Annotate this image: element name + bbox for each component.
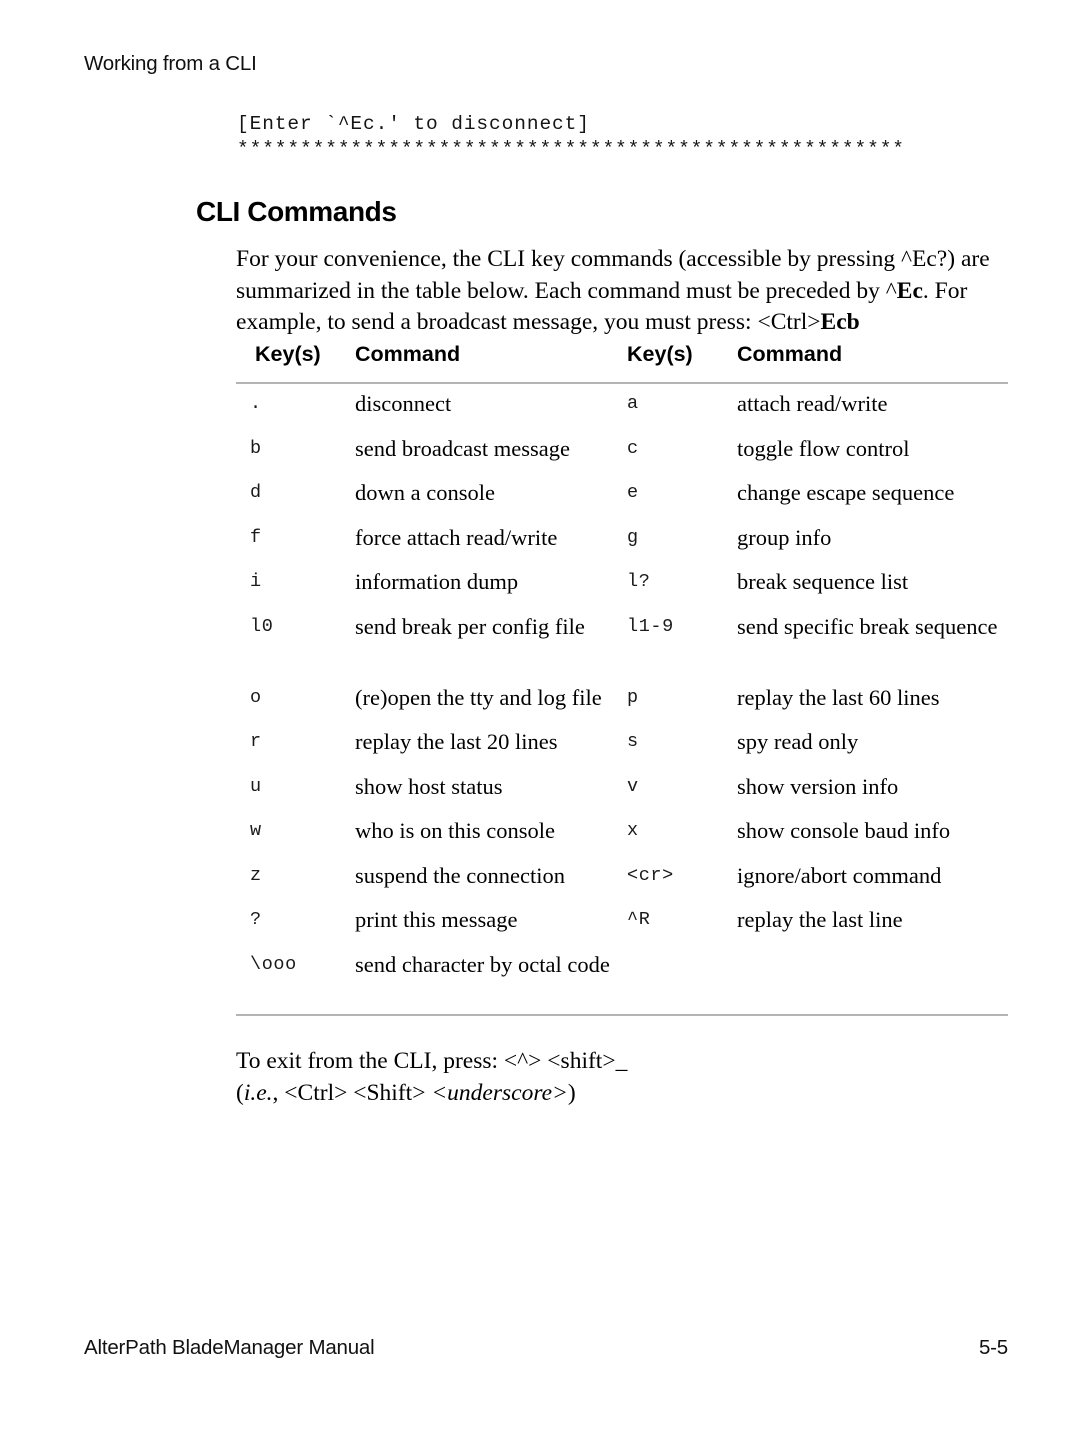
table-row-key-left: i [250,571,262,592]
intro-line-2b: Ec [896,277,923,304]
table-row-key-right: p [627,686,639,708]
table-row-command-left: information dump [355,569,519,594]
table-row-command-left: suspend the connection [355,862,565,888]
table-row-command-left: send broadcast message [355,435,570,461]
closing-mid: , <Ctrl> <Shift> [272,1079,432,1106]
table-row-command-left: (re)open the tty and log file [355,684,602,710]
table-row: u show host status v show version info [236,773,1008,818]
page-title: CLI Commands [196,196,397,227]
table-row-key-left: . [250,393,262,414]
closing-paren-close: ) [567,1079,576,1106]
table-row-key-left: r [250,731,262,752]
table-row: \ooo send character by octal code [236,951,1008,996]
closing-ie: i.e. [243,1079,273,1106]
table-row: . disconnect a attach read/write [236,390,1008,435]
intro-line-3b: Ecb [820,309,860,335]
column-header-command-left: Command [355,342,461,366]
table-row-key-right: l? [627,571,651,592]
table-row: d down a console e change escape sequence [236,479,1008,524]
table-row: o (re)open the tty and log file p replay th… [236,684,1008,729]
table-body: . disconnect a attach read/write b send broad… [236,390,1008,995]
table-row-key-right: g [627,526,639,548]
closing-underscore: <underscore> [431,1079,568,1106]
table-row-key-left: u [250,775,262,797]
table-row-command-left: who is on this console [355,818,555,843]
intro-line-1: For your convenience, the CLI key comman… [236,246,956,272]
terminal-message: [Enter `^Ec.' to disconnect] [237,113,590,135]
table-row-command-right: replay the last line [737,907,903,932]
table-row-key-right: l1-9 [627,615,674,637]
footer-page-number: 5-5 [978,1336,1008,1359]
closing-paren-open: ( [236,1079,244,1106]
closing-line-1: To exit from the CLI, press: <^> <shift>… [236,1048,628,1074]
running-header: Working from a CLI [84,52,257,75]
table-row-command-right: show console baud info [737,818,951,843]
table-row-command-left: disconnect [355,391,452,416]
table-row-key-right: s [627,731,639,752]
table-row-command-left: force attach read/write [355,524,558,550]
cli-commands-table: Key(s) Command Key(s) Command . disconnec… [236,342,1008,1016]
table-row-key-right: a [627,393,639,414]
intro-paragraph: For your convenience, the CLI key comman… [236,244,1026,339]
table-row-key-left: l0 [250,615,274,637]
table-row-key-right: e [627,482,639,503]
table-row-key-left: \ooo [250,953,297,975]
table-row: ? print this message ^R replay the last lin… [236,906,1008,951]
table-row-command-left: show host status [355,773,503,799]
table-row-key-right: x [627,820,639,841]
table-row-key-left: d [250,482,262,503]
table-row: r replay the last 20 lines s spy read only [236,728,1008,773]
table-bottom-rule [236,1014,1008,1016]
intro-line-2c: . [922,277,929,304]
table-row-command-right: send specific break sequence [737,613,998,639]
table-row-command-left: replay the last 20 lines [355,729,558,754]
table-row-command-right: group info [737,524,832,550]
table-row: w who is on this console x show console bau… [236,817,1008,862]
table-row-key-right: ^R [627,909,651,930]
table-row-key-left: o [250,686,262,708]
table-row-key-left: b [250,437,262,459]
table-row-key-right: <cr> [627,864,674,886]
table-row-command-right: show version info [737,773,899,799]
table-row: i information dump l? break sequence list [236,568,1008,613]
table-header-row: Key(s) Command Key(s) Command [236,342,1008,380]
table-row-command-left: send break per config file [355,613,585,639]
table-row-command-left: print this message [355,907,518,932]
table-row-command-left: down a console [355,480,495,505]
table-row-command-right: toggle flow control [737,435,910,461]
table-row-command-left: send character by octal code [355,951,610,977]
table-row-key-left: w [250,820,262,841]
table-row-command-right: attach read/write [737,391,888,416]
column-header-command-right: Command [737,342,843,366]
footer-manual-title: AlterPath BladeManager Manual [84,1336,375,1359]
table-row: b send broadcast message c toggle flow cont… [236,435,1008,480]
table-row-key-right: v [627,775,639,797]
table-row-command-right: ignore/abort command [737,862,942,888]
table-row-command-right: change escape sequence [737,480,955,505]
table-row-key-left: f [250,526,262,548]
closing-paragraph: To exit from the CLI, press: <^> <shift>… [236,1046,996,1109]
terminal-separator: ****************************************… [237,138,905,160]
document-page: Working from a CLI [Enter `^Ec.' to disc… [0,0,1080,1440]
table-row-key-left: z [250,864,262,886]
column-header-keys-left: Key(s) [255,342,321,366]
table-row-key-right: c [627,437,639,459]
table-row-command-right: spy read only [737,729,859,754]
table-row: f force attach read/write g group info [236,524,1008,569]
column-header-keys-right: Key(s) [627,342,693,366]
table-row-command-right: break sequence list [737,569,909,594]
table-row-key-left: ? [250,909,262,930]
table-row: l0 send break per config file l1-9 send spe… [236,613,1008,684]
table-row: z suspend the connection <cr> ignore/abort … [236,862,1008,907]
table-top-rule [236,382,1008,384]
table-row-command-right: replay the last 60 lines [737,684,940,710]
